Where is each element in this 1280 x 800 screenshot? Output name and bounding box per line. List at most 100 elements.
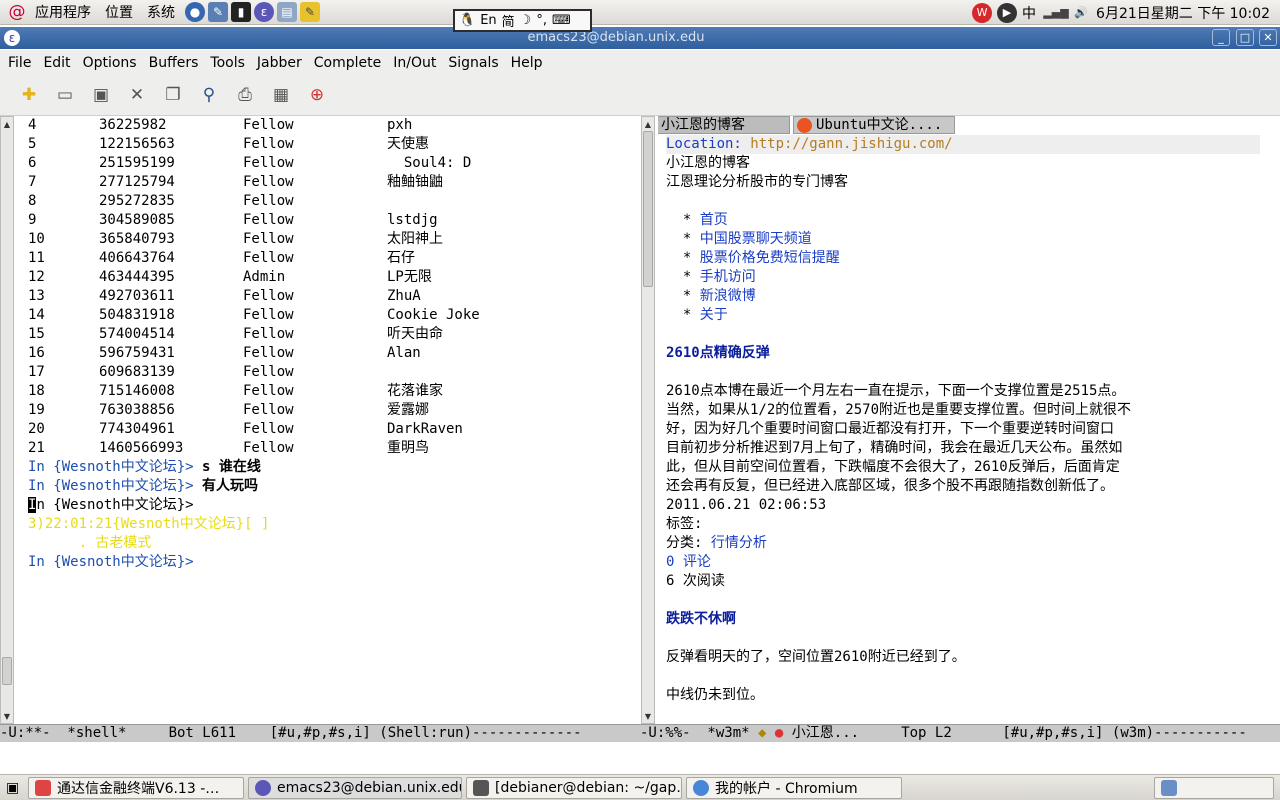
task-tdx[interactable]: 通达信金融终端V6.13 -… [28, 776, 244, 799]
preferences-icon[interactable]: ▦ [268, 82, 294, 108]
network-signal-icon[interactable]: ▂▄▆ [1043, 3, 1068, 23]
row-nickname: lstdjg [387, 212, 438, 228]
post-category: 分类: 行情分析 [666, 535, 767, 551]
row-nickname: DarkRaven [387, 421, 463, 437]
ime-toolbar[interactable]: 🐧 En 简 ☽ °, ⌨ [453, 9, 592, 32]
scroll-up-icon[interactable]: ▲ [642, 118, 654, 130]
menu-file[interactable]: File [2, 55, 37, 71]
ime-keyboard-icon[interactable]: ⌨ [552, 13, 571, 28]
cut-icon[interactable]: ✕ [124, 82, 150, 108]
row-nickname: 听天由命 [387, 326, 443, 342]
menu-options[interactable]: Options [77, 55, 143, 71]
shell-buffer[interactable]: 4 36225982 Fellow pxh 5 122156563 Fellow 天使惠 6 25… [18, 116, 630, 724]
shell-scroll-thumb[interactable] [2, 657, 12, 685]
location-bar[interactable]: Location: http://gann.jishigu.com/ [666, 135, 1260, 154]
w3m-tab-blog[interactable]: 小江恩的博客 [658, 116, 790, 134]
print-icon[interactable]: ⎙ [232, 82, 258, 108]
w3m-tab-ubuntu[interactable]: Ubuntu中文论.... [793, 116, 955, 134]
scroll-down-icon[interactable]: ▼ [642, 710, 654, 722]
save-icon[interactable]: ▣ [88, 82, 114, 108]
shell-prompt-line[interactable]: In {Wesnoth中文论坛}> [28, 553, 194, 572]
post-body-line: 2610点本博在最近一个月左右一直在提示，下面一个支撑位置是2515点。 [666, 383, 1126, 399]
ime-language[interactable]: En [480, 13, 496, 28]
show-desktop-icon[interactable]: ▣ [4, 777, 24, 799]
row-nickname: 天使惠 [387, 136, 429, 152]
row-role: Fellow [243, 136, 294, 152]
media-player-tray-icon[interactable]: ▶ [997, 2, 1018, 23]
shell-current-line[interactable]: In {Wesnoth中文论坛}> [28, 496, 194, 515]
menu-tools[interactable]: Tools [204, 55, 251, 71]
task-terminal[interactable]: [debianer@debian: ~/gap… [466, 776, 682, 799]
task-chromium[interactable]: 我的帐户 - Chromium [686, 776, 902, 799]
notes-launcher-icon[interactable]: ✎ [300, 2, 320, 22]
browser-launcher-icon[interactable]: ● [185, 2, 205, 22]
shell-mode-line[interactable]: -U:**- *shell* Bot L611 [#u,#p,#s,i] (Sh… [0, 724, 640, 742]
location-url[interactable]: http://gann.jishigu.com/ [750, 136, 952, 152]
row-user-id: 277125794 [99, 174, 175, 190]
row-nickname: ZhuA [387, 288, 421, 304]
search-icon[interactable]: ⚲ [196, 82, 222, 108]
post-comments[interactable]: 0 评论 [666, 553, 711, 572]
w3m-scroll-thumb[interactable] [643, 131, 653, 287]
post-title[interactable]: 跌跌不休啊 [666, 610, 736, 629]
menu-buffers[interactable]: Buffers [143, 55, 205, 71]
row-nickname: Soul4: D [387, 155, 472, 171]
maximize-button[interactable]: □ [1236, 29, 1254, 46]
editor-launcher-icon[interactable]: ✎ [208, 2, 228, 22]
site-description: 江恩理论分析股市的专门博客 [666, 174, 848, 190]
clock[interactable]: 6月21日星期二 下午 10:02 [1096, 3, 1270, 23]
nav-item-mobile[interactable]: * 手机访问 [666, 268, 756, 287]
terminal-launcher-icon[interactable]: ▮ [231, 2, 251, 22]
shell-scrollbar[interactable]: ▲ ▼ [0, 116, 14, 724]
open-folder-icon[interactable]: ▭ [52, 82, 78, 108]
new-file-icon[interactable]: ✚ [16, 82, 42, 108]
workspace-icon [1161, 779, 1177, 796]
menu-in-out[interactable]: In/Out [387, 55, 442, 71]
places-menu[interactable]: 位置 [98, 2, 140, 22]
debian-logo-icon[interactable]: @ [6, 1, 28, 23]
system-menu[interactable]: 系统 [140, 2, 182, 22]
row-nickname: pxh [387, 117, 413, 133]
nav-item-about[interactable]: * 关于 [666, 306, 728, 325]
w3m-scrollbar[interactable]: ▲ ▼ [641, 116, 655, 724]
close-button[interactable]: ✕ [1259, 29, 1277, 46]
menu-complete[interactable]: Complete [308, 55, 387, 71]
task-emacs[interactable]: emacs23@debian.unix.edu [248, 776, 462, 799]
row-nickname: 重明鸟 [387, 440, 429, 456]
post-title[interactable]: 2610点精确反弹 [666, 344, 770, 363]
row-role: Fellow [243, 117, 294, 133]
volume-icon[interactable]: 🔊 [1071, 3, 1091, 23]
row-index: 21 [28, 440, 45, 456]
screenshot-launcher-icon[interactable]: ▤ [277, 2, 297, 22]
row-role: Fellow [243, 402, 294, 418]
weibo-tray-icon[interactable]: W [972, 2, 993, 23]
row-user-id: 463444395 [99, 269, 175, 285]
window-titlebar[interactable]: ε emacs23@debian.unix.edu _ □ ✕ [0, 27, 1280, 49]
minibuffer[interactable] [0, 743, 1280, 773]
nav-item-sms[interactable]: * 股票价格免费短信提醒 [666, 249, 840, 268]
ime-punctuation[interactable]: °, [536, 13, 547, 28]
input-method-indicator[interactable]: 中 [1022, 3, 1036, 23]
menu-signals[interactable]: Signals [442, 55, 504, 71]
scroll-down-icon[interactable]: ▼ [1, 710, 13, 722]
scroll-up-icon[interactable]: ▲ [1, 118, 13, 130]
ime-halfwidth-icon[interactable]: ☽ [520, 13, 532, 28]
menu-jabber[interactable]: Jabber [251, 55, 308, 71]
menu-help[interactable]: Help [505, 55, 549, 71]
chromium-app-icon [693, 779, 709, 796]
help-icon[interactable]: ⊕ [304, 82, 330, 108]
workspace-switcher[interactable] [1154, 776, 1274, 799]
emacs-launcher-icon[interactable]: ε [254, 2, 274, 22]
category-link[interactable]: 行情分析 [711, 535, 767, 551]
w3m-buffer[interactable]: 小江恩的博客 Ubuntu中文论.... Location: http://ga… [658, 116, 1276, 724]
copy-icon[interactable]: ❐ [160, 82, 186, 108]
applications-menu[interactable]: 应用程序 [28, 2, 98, 22]
w3m-mode-line[interactable]: -U:%%- *w3m* ◆ ● 小江恩... Top L2 [#u,#p,#s… [640, 724, 1280, 742]
menu-edit[interactable]: Edit [37, 55, 76, 71]
minimize-button[interactable]: _ [1212, 29, 1230, 46]
nav-item-chat[interactable]: * 中国股票聊天频道 [666, 230, 812, 249]
ime-simplified[interactable]: 简 [502, 11, 515, 30]
row-role: Fellow [243, 364, 294, 380]
nav-item-weibo[interactable]: * 新浪微博 [666, 287, 756, 306]
nav-item-home[interactable]: * 首页 [666, 211, 728, 230]
